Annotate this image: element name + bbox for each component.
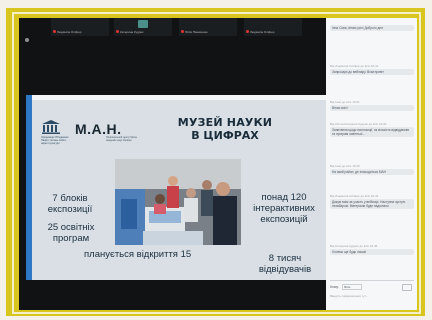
stat-blocks: 7 блоків експозиції — [40, 193, 100, 215]
stat-programs-line: програм — [52, 233, 90, 244]
stat-exhibits-line: понад 120 — [261, 192, 307, 203]
file-icon[interactable] — [402, 284, 412, 291]
participant-thumbnail[interactable]: Юлія Панасенко — [179, 18, 237, 36]
stat-visitors-line: 8 тисяч — [268, 253, 302, 264]
participant-name: Людмила Оліфер — [246, 29, 302, 36]
participant-name: Катерина Кудрик — [116, 29, 172, 36]
stat-programs: 25 освітніх програм — [38, 222, 104, 244]
muted-mic-icon — [181, 30, 184, 33]
man-caption: Національний центр Мала академія наук Ук… — [106, 136, 137, 142]
avatar — [138, 20, 148, 28]
chat-recipient: Кому: Всім — [330, 284, 363, 290]
chat-message-meta: Від Інна до всіх 10:43 — [330, 164, 360, 168]
chat-message-text: Хочемо ще будь ласка! — [330, 249, 414, 256]
slide-accent-band — [26, 95, 32, 280]
chat-panel: Інна Сова, вітаю усіх! Доброго дня Від Л… — [326, 18, 417, 310]
opening-text: планується відкриття — [84, 249, 178, 260]
chat-message-text: Інна Сова, вітаю усіх! Доброго дня — [330, 25, 414, 32]
chat-message: Від Катерина Кудрик до всіх 10:45 Хочемо… — [330, 244, 414, 256]
participant-thumbnail[interactable]: Катерина Кудрик — [114, 18, 172, 36]
museum-photo — [115, 159, 241, 245]
chat-message: Від Ольга Катерина Кудрик до всіх 10:42 … — [330, 122, 414, 138]
stat-exhibits: понад 120 інтерактивних експозицій — [244, 192, 324, 225]
stat-visitors: 8 тисяч відвідувачів — [250, 253, 320, 275]
slide-logos: Організація Об'єднаних Націй з питань ос… — [41, 119, 153, 149]
chat-recipient-label: Кому: — [330, 284, 340, 289]
chat-divider — [330, 280, 414, 281]
video-background — [19, 280, 326, 310]
muted-mic-icon — [246, 30, 249, 33]
slide-title-line: МУЗЕЙ НАУКИ — [177, 116, 273, 129]
slide-title: МУЗЕЙ НАУКИ В ЦИФРАХ — [172, 116, 278, 151]
chat-message-meta: Від Людмила Оліфер до всіх 10:44 — [330, 194, 379, 198]
shared-slide: Організація Об'єднаних Націй з питань ос… — [26, 95, 326, 280]
stat-exhibits-line: експозицій — [260, 214, 308, 225]
muted-mic-icon — [116, 30, 119, 33]
chat-message-text: На який район, де знаходиться МАН — [330, 169, 414, 176]
slide-title-line: В ЦИФРАХ — [191, 129, 259, 142]
stat-blocks-line: 7 блоків — [52, 193, 88, 204]
unesco-caption: Організація Об'єднаних Націй з питань ос… — [41, 136, 69, 145]
view-options-icon[interactable] — [25, 38, 29, 42]
chat-message-text: Запрошую до вебінару. Всім привіт — [330, 69, 414, 76]
stat-visitors-line: відвідувачів — [258, 264, 312, 275]
chat-message-meta: Від Катерина Кудрик до всіх 10:45 — [330, 244, 378, 248]
chat-message: Від Інна до всіх 10:41 Вітаю всіх! — [330, 100, 414, 112]
chat-message-text: Запитання щодо експозиції, як кількість … — [330, 127, 414, 138]
chat-message-text: Дякую всім за участь у вебінарі. Наступн… — [330, 199, 414, 210]
muted-mic-icon — [53, 30, 56, 33]
slide-top-bar — [26, 95, 326, 100]
opening-note: планується відкриття 15 — [84, 248, 224, 261]
chat-recipient-value: Всім — [344, 285, 351, 289]
chat-input[interactable]: Введіть повідомлення тут... — [330, 294, 368, 298]
video-conference-screen: Людмила Оліфер Катерина Кудрик Юлія Пана… — [19, 18, 417, 310]
chat-message: Інна Сова, вітаю усіх! Доброго дня — [330, 24, 414, 32]
stat-blocks-line: експозиції — [47, 204, 93, 215]
participant-thumbnail[interactable]: Людмила Оліфер — [51, 18, 109, 36]
chat-message: Від Інна до всіх 10:43 На який район, де… — [330, 164, 414, 176]
opening-number: 15 — [180, 249, 192, 260]
chat-message: Від Людмила Оліфер до всіх 10:41 Запрошу… — [330, 64, 414, 76]
stat-exhibits-line: інтерактивних — [253, 203, 315, 214]
participant-thumbnail[interactable]: Людмила Оліфер — [244, 18, 302, 36]
chat-message-text: Вітаю всіх! — [330, 105, 414, 112]
participant-strip: Людмила Оліфер Катерина Кудрик Юлія Пана… — [19, 18, 326, 42]
participant-name: Людмила Оліфер — [53, 29, 109, 36]
chat-message: Від Людмила Оліфер до всіх 10:44 Дякую в… — [330, 194, 414, 210]
chat-recipient-select[interactable]: Всім — [342, 284, 363, 290]
participant-name: Юлія Панасенко — [181, 29, 237, 36]
chat-message-meta: Від Ольга Катерина Кудрик до всіх 10:42 — [330, 122, 387, 126]
chat-message-meta: Від Інна до всіх 10:41 — [330, 100, 360, 104]
unesco-logo-icon — [42, 120, 60, 134]
stat-programs-line: 25 освітніх — [47, 222, 95, 233]
chat-message-meta: Від Людмила Оліфер до всіх 10:41 — [330, 64, 379, 68]
